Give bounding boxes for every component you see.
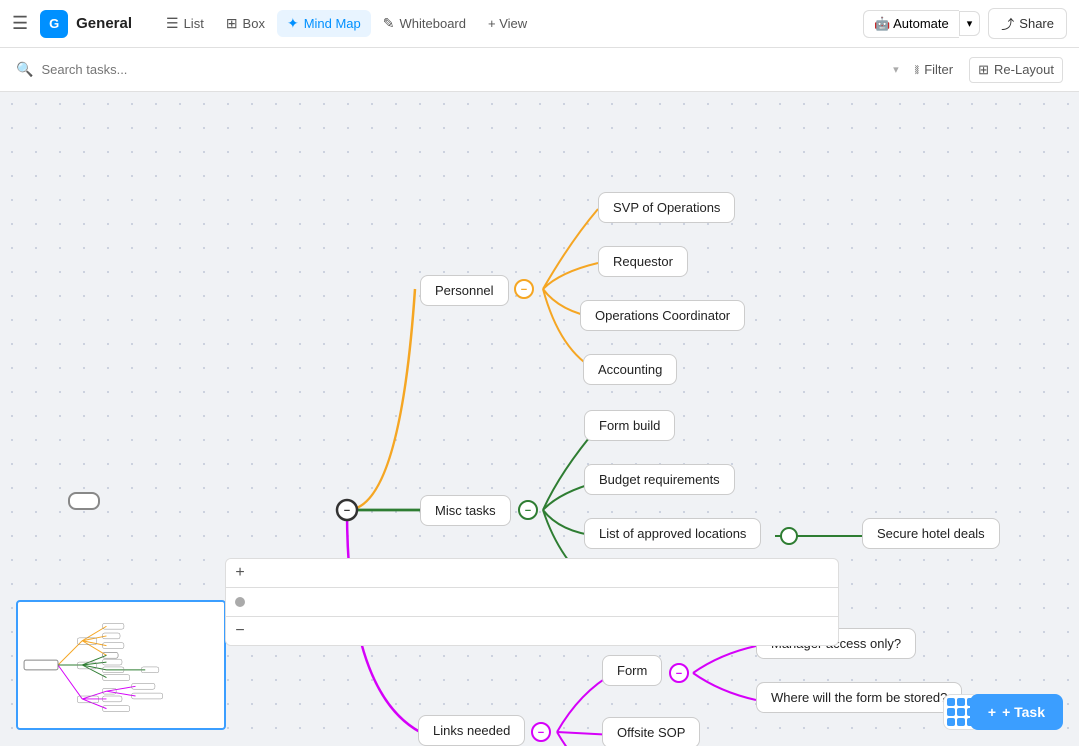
minimap [16,600,226,730]
approved-loc-label: List of approved locations [599,526,746,541]
secure-hotel-label: Secure hotel deals [877,526,985,541]
accounting-label: Accounting [598,362,662,377]
header: ☰ G General ☰ List ⊞ Box ✦ Mind Map ✎ Wh… [0,0,1079,48]
share-button[interactable]: ⤴ Share [988,8,1067,39]
tab-box-label: Box [243,16,265,31]
box-icon: ⊞ [226,15,238,32]
svg-text:−: − [344,505,350,517]
node-personnel[interactable]: Personnel [420,275,509,306]
app-logo: G [40,10,68,38]
tab-mindmap-label: Mind Map [304,16,361,31]
node-misc-tasks[interactable]: Misc tasks [420,495,511,526]
list-icon: ☰ [166,15,179,32]
share-icon: ⤴ [1001,14,1014,33]
budget-req-label: Budget requirements [599,472,720,487]
logo-text: G [49,16,59,31]
tab-mindmap[interactable]: ✦ Mind Map [277,10,371,37]
root-node[interactable] [68,492,100,510]
node-form-build[interactable]: Form build [584,410,675,441]
svg-text:−: − [676,668,682,680]
zoom-controls: + − [225,558,839,646]
node-links-needed[interactable]: Links needed [418,715,525,746]
plus-icon: + [988,704,996,720]
task-button-label: + Task [1002,704,1045,720]
node-budget-req[interactable]: Budget requirements [584,464,735,495]
header-tabs: ☰ List ⊞ Box ✦ Mind Map ✎ Whiteboard + V… [156,10,855,37]
mindmap-icon: ✦ [287,15,299,32]
tab-list[interactable]: ☰ List [156,10,214,37]
form-build-label: Form build [599,418,660,433]
node-form-stored[interactable]: Where will the form be stored? [756,682,962,713]
node-accounting[interactable]: Accounting [583,354,677,385]
menu-icon[interactable]: ☰ [12,13,28,34]
zoom-out-button[interactable]: − [226,617,254,645]
relayout-button[interactable]: ⊞ Re-Layout [969,57,1063,83]
personnel-label: Personnel [435,283,494,298]
search-right-actions: ⧚ Filter ⊞ Re-Layout [907,57,1063,83]
add-task-button[interactable]: + + Task [970,694,1063,730]
svg-text:−: − [525,505,531,517]
misc-tasks-label: Misc tasks [435,503,496,518]
node-approved-loc[interactable]: List of approved locations [584,518,761,549]
relayout-icon: ⊞ [978,62,989,78]
whiteboard-icon: ✎ [383,15,395,32]
search-dropdown-icon[interactable]: ▾ [893,63,899,76]
node-svp[interactable]: SVP of Operations [598,192,735,223]
mindmap-canvas: − − − − − Personnel SVP of Operations Re… [0,92,1079,746]
form-label: Form [617,663,647,678]
offsite-sop-label: Offsite SOP [617,725,685,740]
tab-list-label: List [184,16,204,31]
page-title: General [76,15,132,32]
node-form[interactable]: Form [602,655,662,686]
links-needed-label: Links needed [433,723,510,738]
header-right: 🤖 Automate ▾ ⤴ Share [863,8,1067,39]
automate-icon: 🤖 [874,16,893,31]
tab-whiteboard[interactable]: ✎ Whiteboard [373,10,476,37]
search-input[interactable] [41,62,885,77]
searchbar: 🔍 ▾ ⧚ Filter ⊞ Re-Layout [0,48,1079,92]
node-secure-hotel[interactable]: Secure hotel deals [862,518,1000,549]
ops-coord-label: Operations Coordinator [595,308,730,323]
automate-button[interactable]: 🤖 Automate [863,10,959,38]
automate-button-group: 🤖 Automate ▾ [863,10,980,38]
requestor-label: Requestor [613,254,673,269]
tab-whiteboard-label: Whiteboard [400,16,466,31]
svg-text:−: − [538,727,544,739]
form-stored-label: Where will the form be stored? [771,690,947,705]
node-ops-coord[interactable]: Operations Coordinator [580,300,745,331]
tab-box[interactable]: ⊞ Box [216,10,275,37]
node-offsite-sop[interactable]: Offsite SOP [602,717,700,746]
filter-button[interactable]: ⧚ Filter [907,57,961,83]
zoom-in-button[interactable]: + [226,559,254,587]
tab-view-label: + View [488,16,527,31]
svp-label: SVP of Operations [613,200,720,215]
search-icon: 🔍 [16,61,33,78]
filter-icon: ⧚ [915,62,920,78]
svg-text:−: − [521,284,527,296]
automate-chevron-button[interactable]: ▾ [959,11,981,36]
tab-view[interactable]: + View [478,10,537,37]
node-requestor[interactable]: Requestor [598,246,688,277]
